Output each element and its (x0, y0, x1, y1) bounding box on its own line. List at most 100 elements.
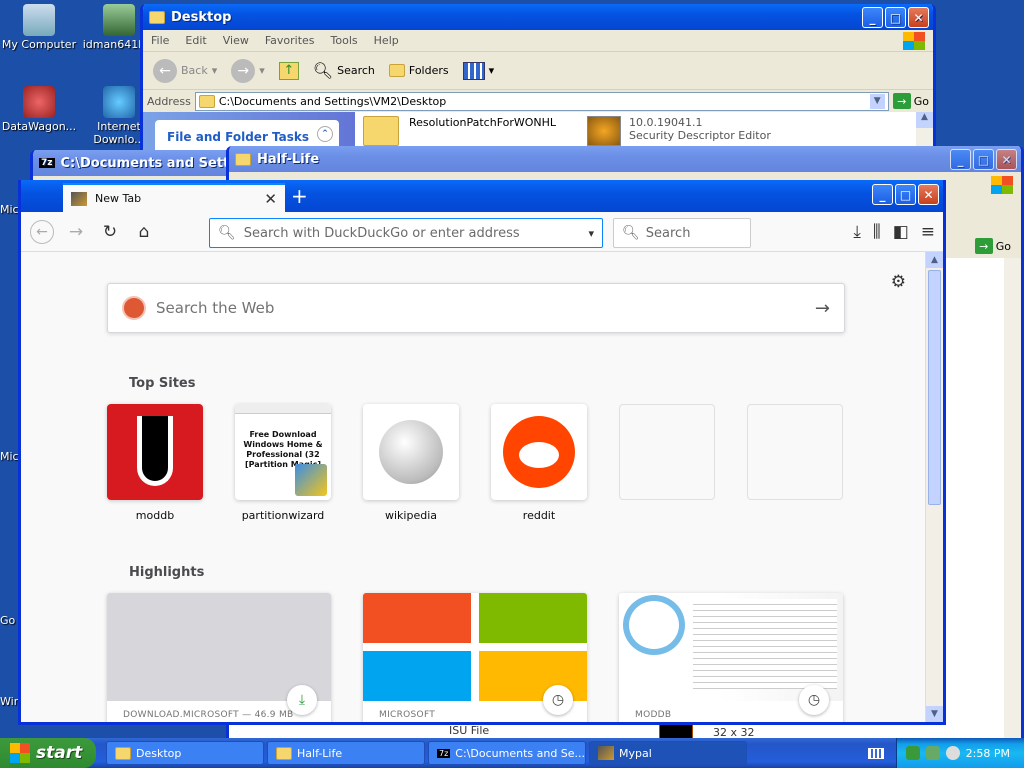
card-source: DOWNLOAD.MICROSOFT — 46.9 MB (123, 710, 294, 720)
web-search-input[interactable]: Search the Web (156, 299, 274, 317)
top-site-reddit[interactable]: reddit (491, 404, 587, 522)
gear-icon[interactable]: ⚙ (891, 272, 906, 292)
file-item[interactable]: ResolutionPatchForWONHL (363, 116, 556, 146)
highlight-card[interactable]: MICROSOFT ◷ (363, 593, 587, 722)
menu-icon[interactable]: ≡ (921, 222, 935, 242)
chevron-down-icon[interactable]: ▾ (588, 227, 594, 240)
minimize-button[interactable]: _ (872, 184, 893, 205)
browser-window[interactable]: New Tab ✕ + _ □ ✕ ← → ↻ ⌂ 🔍︎ Search with… (18, 180, 946, 725)
go-arrow-icon: → (892, 93, 911, 109)
download-icon: ⤓ (287, 685, 317, 715)
views-icon (462, 61, 485, 80)
menu-help[interactable]: Help (374, 34, 399, 47)
toolbar-actions: ⤓ ⫼ ◧ ≡ (853, 222, 935, 242)
search-button[interactable]: 🔍︎ Search (309, 59, 379, 82)
search-icon: 🔍︎ (218, 225, 236, 241)
desktop-icon-label[interactable]: Mic (0, 450, 19, 463)
minimize-button[interactable]: _ (950, 149, 971, 170)
volume-icon[interactable] (945, 746, 960, 760)
menu-favorites[interactable]: Favorites (265, 34, 315, 47)
close-tab-icon[interactable]: ✕ (264, 190, 277, 208)
reload-button[interactable]: ↻ (95, 218, 125, 246)
clock-icon: ◷ (799, 685, 829, 715)
taskbar-item-7zip[interactable]: 7z C:\Documents and Se... (428, 741, 586, 765)
scrollbar[interactable] (1004, 258, 1021, 741)
taskbar-item-halflife[interactable]: Half-Life (267, 741, 425, 765)
scroll-down-arrow-icon[interactable]: ▼ (926, 706, 943, 722)
taskbar-item-label: C:\Documents and Se... (455, 746, 586, 760)
desktop-icon-label[interactable]: Go (0, 614, 15, 627)
library-icon[interactable]: ⫼ (873, 222, 881, 242)
taskbar-item-mypal[interactable]: Mypal (589, 741, 747, 765)
maximize-button[interactable]: □ (973, 149, 994, 170)
maximize-button[interactable]: □ (885, 7, 906, 28)
sidebar-icon[interactable]: ◧ (893, 222, 909, 242)
top-site-wikipedia[interactable]: wikipedia (363, 404, 459, 522)
arrow-right-icon[interactable]: → (815, 298, 830, 319)
folders-button[interactable]: Folders (385, 62, 453, 79)
clock[interactable]: 2:58 PM (966, 747, 1010, 760)
window-title: C:\Documents and Settings\ (60, 155, 250, 171)
window-titlebar[interactable]: Half-Life _ □ ✕ (229, 146, 1021, 172)
desktop-icon-datawagon[interactable]: DataWagon... (0, 86, 78, 133)
window-titlebar[interactable]: Desktop _ □ ✕ (143, 4, 933, 30)
desktop-icon-label[interactable]: Mic (0, 203, 19, 216)
empty-tile (747, 404, 843, 500)
up-folder-button[interactable]: ↑ (275, 60, 303, 82)
forward-button[interactable]: → ▾ (227, 57, 269, 85)
sevenzip-icon: 7z (437, 748, 451, 758)
go-button[interactable]: → Go (892, 93, 929, 109)
new-tab-button[interactable]: + (291, 184, 308, 208)
search-bar[interactable]: 🔍︎ Search (613, 218, 751, 248)
security-icon[interactable] (925, 746, 940, 760)
desktop-icon-my-computer[interactable]: My Computer (0, 4, 78, 51)
highlight-card[interactable]: DOWNLOAD.MICROSOFT — 46.9 MB ⤓ (107, 593, 331, 722)
download-icon[interactable]: ⤓ (853, 222, 861, 242)
keyboard-icon[interactable] (868, 748, 884, 759)
start-button[interactable]: start (0, 738, 96, 768)
maximize-button[interactable]: □ (895, 184, 916, 205)
menu-file[interactable]: File (151, 34, 169, 47)
network-icon[interactable] (905, 746, 920, 760)
close-button[interactable]: ✕ (996, 149, 1017, 170)
vertical-scrollbar[interactable]: ▲ ▼ (925, 252, 943, 722)
file-item[interactable]: 10.0.19041.1 Security Descriptor Editor (587, 116, 771, 146)
go-button[interactable]: → Go (974, 238, 1011, 254)
menu-edit[interactable]: Edit (185, 34, 206, 47)
home-button[interactable]: ⌂ (129, 218, 159, 246)
address-bar: Address C:\Documents and Settings\VM2\De… (143, 90, 933, 112)
scroll-thumb[interactable] (928, 270, 941, 505)
minimize-button[interactable]: _ (862, 7, 883, 28)
dropdown-arrow-icon[interactable]: ▼ (869, 93, 885, 109)
file-item[interactable]: ISU File (449, 724, 489, 737)
search-input[interactable]: Search (646, 226, 691, 241)
web-search-box[interactable]: Search the Web → (107, 283, 845, 333)
explorer-window-desktop[interactable]: Desktop _ □ ✕ File Edit View Favorites T… (140, 4, 936, 154)
back-button[interactable]: ← (27, 218, 57, 246)
window-titlebar[interactable]: 7z C:\Documents and Settings\ (33, 150, 247, 176)
top-site-partitionwizard[interactable]: Free Download Windows Home & Professiona… (235, 404, 331, 522)
menu-tools[interactable]: Tools (331, 34, 358, 47)
url-input[interactable]: Search with DuckDuckGo or enter address (244, 226, 520, 241)
windows-logo-icon (991, 176, 1013, 194)
taskbar-item-desktop[interactable]: Desktop (106, 741, 264, 765)
file-name: ResolutionPatchForWONHL (409, 116, 557, 129)
back-button[interactable]: ← Back ▾ (149, 57, 221, 85)
views-button[interactable]: ▾ (459, 60, 499, 82)
close-button[interactable]: ✕ (908, 7, 929, 28)
top-site-empty[interactable] (747, 404, 843, 509)
tab-new-tab[interactable]: New Tab ✕ (63, 183, 285, 212)
back-label: Back (181, 64, 208, 77)
highlight-card[interactable]: MODDB ◷ (619, 593, 843, 722)
collapse-chevron-icon[interactable]: ⌃ (317, 126, 333, 142)
folders-icon (388, 64, 405, 77)
taskbar-item-label: Desktop (136, 746, 182, 760)
forward-button[interactable]: → (61, 218, 91, 246)
top-site-empty[interactable] (619, 404, 715, 509)
menu-view[interactable]: View (223, 34, 249, 47)
address-field[interactable]: C:\Documents and Settings\VM2\Desktop ▼ (194, 91, 889, 111)
url-bar[interactable]: 🔍︎ Search with DuckDuckGo or enter addre… (209, 218, 603, 248)
scroll-up-arrow-icon[interactable]: ▲ (926, 252, 943, 268)
top-site-moddb[interactable]: moddb (107, 404, 203, 522)
close-button[interactable]: ✕ (918, 184, 939, 205)
